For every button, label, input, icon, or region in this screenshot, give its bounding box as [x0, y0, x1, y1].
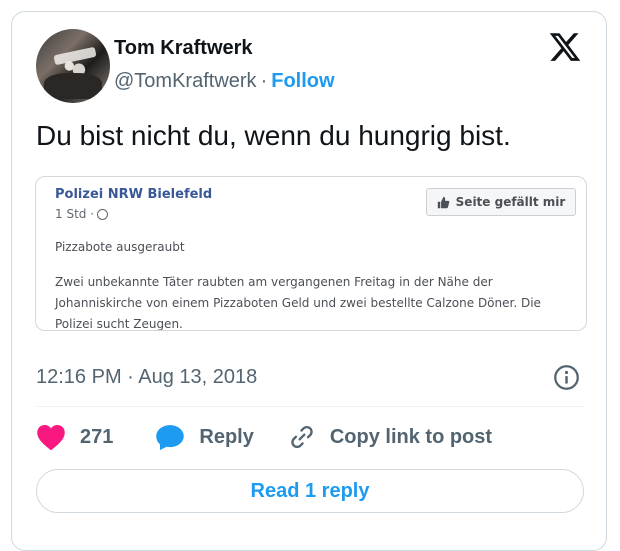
divider — [36, 406, 584, 407]
read-reply-button[interactable]: Read 1 reply — [36, 469, 584, 513]
like-button[interactable]: 271 — [36, 423, 155, 451]
page-like-label: Seite gefällt mir — [455, 195, 566, 209]
heart-icon — [37, 425, 65, 451]
embed-page-name[interactable]: Polizei NRW Bielefeld — [55, 187, 212, 202]
reply-bubble-icon — [156, 425, 185, 451]
tweet-timestamp[interactable]: 12:16 PM · Aug 13, 2018 — [36, 366, 257, 389]
author-handle-row: @TomKraftwerk · Follow — [114, 70, 335, 93]
avatar[interactable] — [36, 29, 110, 103]
embed-time: 1 Std · — [55, 207, 95, 221]
embed-headline: Pizzabote ausgeraubt — [55, 240, 185, 254]
thumbs-up-icon — [437, 196, 449, 208]
author-name[interactable]: Tom Kraftwerk — [114, 37, 253, 60]
copy-link-button[interactable]: Copy link to post — [288, 423, 492, 451]
x-logo-icon[interactable] — [548, 30, 582, 64]
copy-link-label: Copy link to post — [329, 425, 493, 448]
author-handle[interactable]: @TomKraftwerk — [114, 70, 257, 92]
reply-label: Reply — [199, 425, 254, 448]
embed-meta: 1 Std · — [55, 207, 109, 221]
follow-button[interactable]: Follow — [271, 70, 334, 92]
link-icon — [291, 425, 313, 449]
embed-body: Zwei unbekannte Täter raubten am vergang… — [55, 275, 541, 331]
embedded-facebook-post[interactable]: Polizei NRW Bielefeld 1 Std · Seite gefä… — [35, 176, 587, 331]
info-icon[interactable] — [553, 364, 580, 391]
reply-button[interactable]: Reply — [155, 423, 287, 451]
separator: · — [260, 70, 268, 92]
action-bar: 271 Reply Copy link to post — [36, 422, 492, 452]
page-like-button[interactable]: Seite gefällt mir — [426, 188, 576, 216]
globe-icon — [97, 209, 109, 220]
tweet-text: Du bist nicht du, wenn du hungrig bist. — [36, 120, 511, 151]
like-count: 271 — [80, 425, 114, 448]
